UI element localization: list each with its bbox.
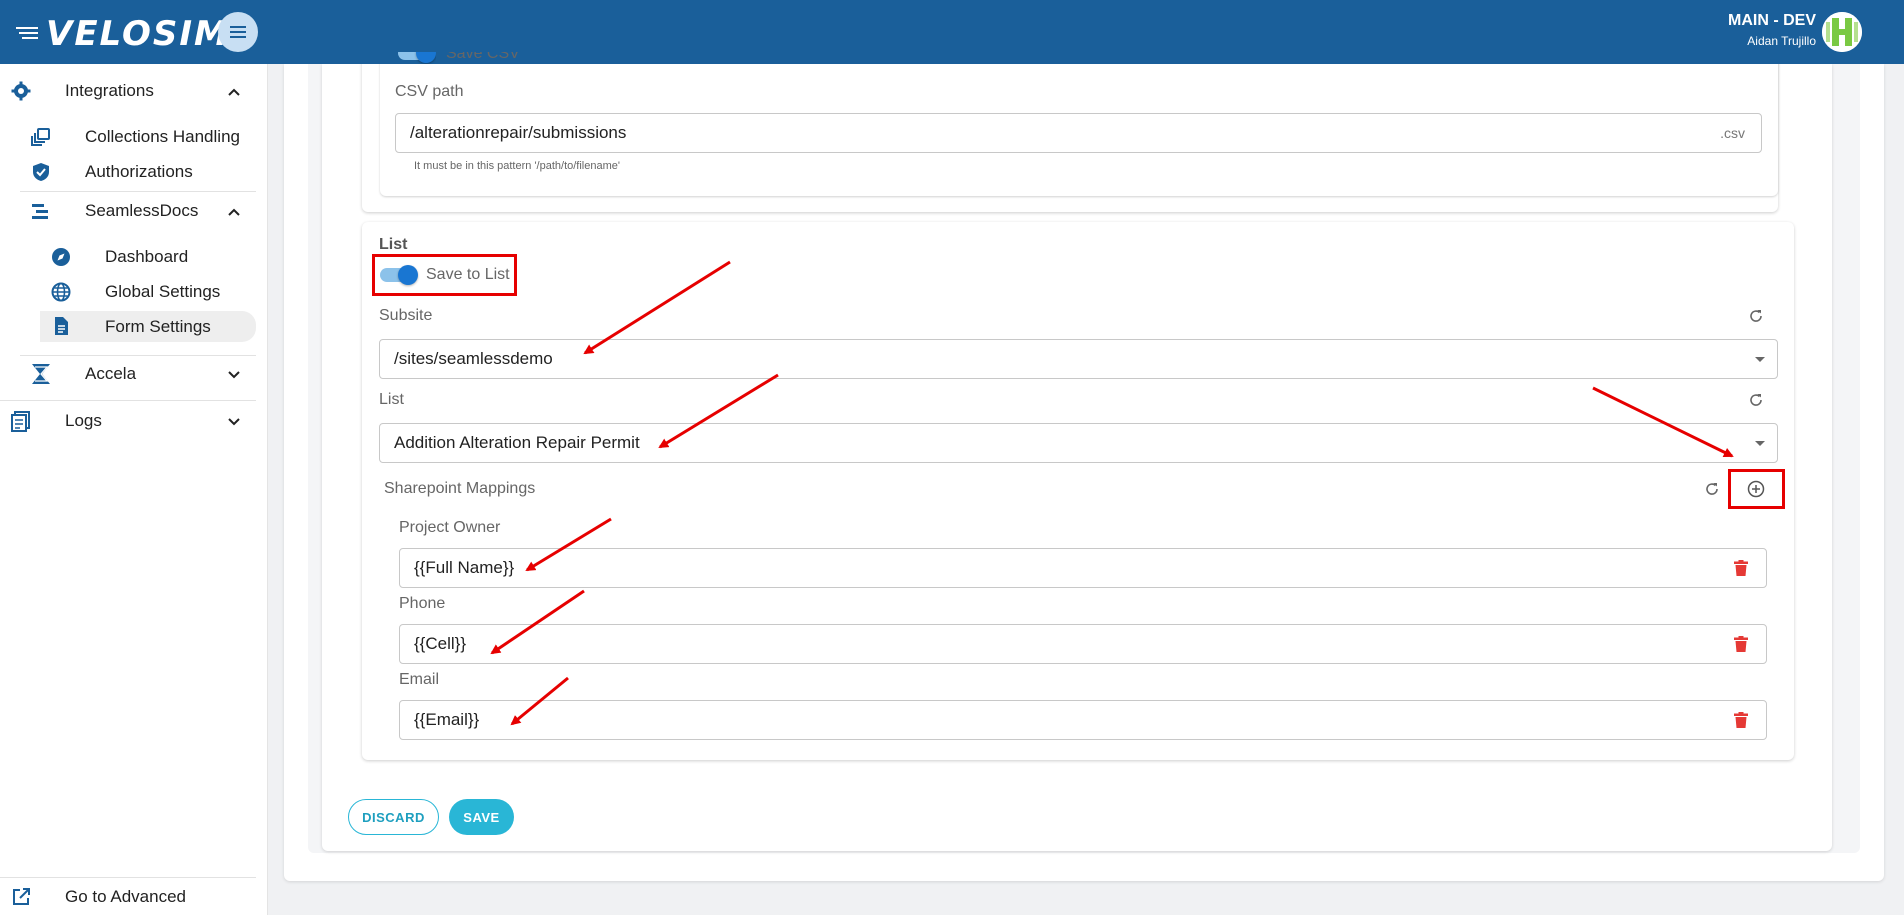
list-panel	[362, 222, 1794, 760]
mapping-value-input[interactable]: {{Email}}	[399, 700, 1767, 740]
globe-icon	[50, 281, 72, 303]
csv-path-helper: It must be in this pattern '/path/to/fil…	[414, 160, 620, 172]
mapping-label: Email	[399, 671, 440, 688]
mapping-value: {{Email}}	[414, 710, 480, 729]
environment-info-overlay: MAIN - DEV Aidan Trujillo	[1728, 12, 1816, 48]
mapping-value: {{Full Name}}	[414, 558, 515, 577]
subsite-refresh-icon[interactable]	[1745, 305, 1767, 327]
delete-mapping-icon[interactable]	[1731, 634, 1751, 654]
save-csv-label: Save CSV	[446, 52, 520, 62]
avatar-overlay[interactable]	[1822, 12, 1862, 52]
annotation-box-add-mapping	[1728, 469, 1785, 509]
sidebar-item-label: Integrations	[65, 81, 154, 100]
delete-mapping-icon[interactable]	[1731, 558, 1751, 578]
sidebar-item-authorizations[interactable]: Authorizations	[20, 157, 256, 187]
dropdown-caret-icon	[1755, 441, 1765, 446]
external-link-icon	[10, 886, 32, 908]
subsite-select[interactable]: /sites/seamlessdemo	[379, 339, 1778, 379]
mappings-refresh-icon[interactable]	[1701, 478, 1723, 500]
sidebar-item-logs[interactable]: Logs	[0, 406, 256, 436]
shield-check-icon	[30, 161, 52, 183]
discard-button[interactable]: DISCARD	[348, 799, 439, 835]
menu-toggle-button-overlay[interactable]	[218, 12, 258, 52]
compass-icon	[50, 246, 72, 268]
sidebar-item-form-settings[interactable]: Form Settings	[40, 311, 256, 342]
sidebar-item-label: Form Settings	[105, 317, 211, 336]
mapping-value-input[interactable]: {{Cell}}	[399, 624, 1767, 664]
user-name: Aidan Trujillo	[1747, 34, 1816, 48]
chevron-down-icon	[228, 371, 240, 379]
list-refresh-icon[interactable]	[1745, 389, 1767, 411]
hamburger-icon	[230, 26, 246, 38]
logo-wings-icon	[16, 27, 38, 39]
logs-icon	[10, 410, 32, 432]
avatar-icon	[1822, 12, 1862, 52]
csv-path-value: /alterationrepair/submissions	[410, 123, 627, 142]
list-value: Addition Alteration Repair Permit	[394, 433, 640, 452]
sidebar-item-label: Authorizations	[85, 162, 193, 181]
sidebar-item-accela[interactable]: Accela	[20, 359, 256, 389]
sidebar-divider	[20, 191, 256, 192]
csv-path-input[interactable]: /alterationrepair/submissions .csv	[395, 113, 1762, 153]
seamlessdocs-icon	[30, 200, 52, 222]
sharepoint-mappings-label: Sharepoint Mappings	[384, 480, 536, 497]
mapping-label: Project Owner	[399, 519, 501, 536]
collections-icon	[30, 126, 52, 148]
list-label: List	[379, 391, 404, 408]
csv-path-label: CSV path	[395, 83, 464, 100]
subsite-label: Subsite	[379, 307, 433, 324]
chevron-up-icon	[228, 208, 240, 216]
save-csv-toggle[interactable]	[396, 52, 436, 64]
sidebar-divider	[0, 877, 256, 878]
accela-icon	[30, 363, 52, 385]
document-icon	[50, 315, 72, 337]
list-section-title: List	[379, 236, 408, 253]
save-button[interactable]: SAVE	[449, 799, 514, 835]
sidebar-item-collections-handling[interactable]: Collections Handling	[20, 122, 256, 152]
header-overlay	[0, 0, 1904, 64]
chevron-down-icon	[228, 418, 240, 426]
mapping-label: Phone	[399, 595, 446, 612]
sidebar-item-integrations[interactable]: Integrations	[0, 76, 256, 106]
delete-mapping-icon[interactable]	[1731, 710, 1751, 730]
sidebar-divider	[0, 400, 256, 401]
sidebar-item-global-settings[interactable]: Global Settings	[40, 277, 256, 307]
subsite-value: /sites/seamlessdemo	[394, 349, 553, 368]
list-select[interactable]: Addition Alteration Repair Permit	[379, 423, 1778, 463]
sidebar-divider	[20, 355, 256, 356]
environment-name: MAIN - DEV	[1728, 12, 1816, 29]
gear-icon	[10, 80, 32, 102]
sidebar-item-label: SeamlessDocs	[85, 201, 199, 220]
sidebar-item-label: Collections Handling	[85, 127, 240, 146]
sidebar-item-label: Accela	[85, 364, 137, 383]
sidebar-item-label: Go to Advanced	[65, 887, 186, 906]
annotation-box-save-to-list	[372, 254, 517, 296]
sidebar-item-label: Logs	[65, 411, 102, 430]
sidebar-item-dashboard[interactable]: Dashboard	[40, 242, 256, 272]
sidebar-item-label: Global Settings	[105, 282, 221, 301]
mapping-value-input[interactable]: {{Full Name}}	[399, 548, 1767, 588]
sidebar-item-label: Dashboard	[105, 247, 189, 266]
csv-suffix: .csv	[1720, 125, 1745, 141]
go-to-advanced-link[interactable]: Go to Advanced	[0, 882, 256, 912]
chevron-up-icon	[228, 88, 240, 96]
toggle-knob	[416, 52, 436, 63]
sidebar-item-seamlessdocs[interactable]: SeamlessDocs	[20, 196, 256, 226]
mapping-value: {{Cell}}	[414, 634, 466, 653]
dropdown-caret-icon	[1755, 357, 1765, 362]
